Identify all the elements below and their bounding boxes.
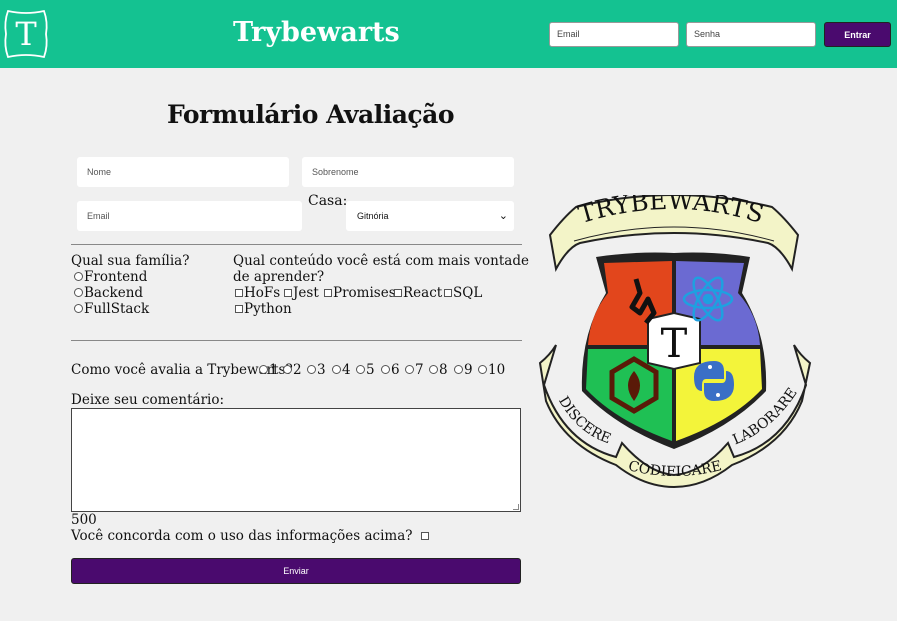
rating-option-1[interactable]: 1 [259, 362, 278, 378]
rating-option-3[interactable]: 3 [307, 362, 326, 378]
house-selected-value: Gitnória [357, 211, 389, 221]
content-option-label: Promises [333, 285, 396, 301]
trybewarts-crest-icon: TRYBEWARTS T DISCERE CODIFICARE LABORARE [538, 195, 812, 489]
content-option-react[interactable]: React [394, 285, 442, 301]
rating-label: 8 [439, 362, 448, 378]
checkbox[interactable] [235, 305, 243, 313]
chevron-down-icon: ⌄ [498, 210, 508, 222]
content-option-label: Python [244, 301, 292, 317]
content-option-sql[interactable]: SQL [444, 285, 482, 301]
first-name-input[interactable]: Nome [77, 157, 289, 187]
rating-label: 5 [366, 362, 375, 378]
house-select[interactable]: Gitnória ⌄ [346, 201, 514, 231]
checkbox[interactable] [284, 289, 292, 297]
login-email-input[interactable]: Email [549, 22, 679, 47]
rating-option-8[interactable]: 8 [429, 362, 448, 378]
crest-center-letter: T [661, 321, 688, 367]
divider [71, 244, 522, 245]
crest-motto-bottom: CODIFICARE [627, 458, 724, 480]
agreement-checkbox[interactable] [420, 532, 429, 540]
rating-label: 4 [342, 362, 351, 378]
agreement-row: Você concorda com o uso das informações … [71, 528, 430, 544]
char-counter: 500 [71, 512, 97, 528]
checkbox[interactable] [394, 289, 402, 297]
login-button[interactable]: Entrar [824, 22, 891, 47]
radio-button[interactable] [405, 365, 414, 374]
radio-button[interactable] [356, 365, 365, 374]
agreement-label: Você concorda com o uso das informações … [71, 528, 413, 544]
radio-button[interactable] [74, 304, 83, 313]
checkbox[interactable] [324, 289, 332, 297]
radio-button[interactable] [259, 365, 268, 374]
site-title: Trybewarts [233, 17, 400, 48]
divider [71, 340, 522, 341]
email-placeholder: Email [87, 211, 110, 221]
login-password-placeholder: Senha [694, 29, 721, 39]
content-option-label: SQL [453, 285, 483, 301]
family-option-fullstack[interactable]: FullStack [74, 301, 149, 317]
first-name-placeholder: Nome [87, 167, 112, 177]
rating-label: 3 [317, 362, 326, 378]
comment-label: Deixe seu comentário: [71, 392, 225, 408]
rating-option-2[interactable]: 2 [283, 362, 302, 378]
rating-option-9[interactable]: 9 [454, 362, 473, 378]
content-option-python[interactable]: Python [235, 301, 292, 317]
content-option-label: React [403, 285, 443, 301]
radio-button[interactable] [381, 365, 390, 374]
content-option-promises[interactable]: Promises [324, 285, 396, 301]
rating-label: 9 [464, 362, 473, 378]
content-option-jest[interactable]: Jest [284, 285, 319, 301]
top-bar: T Trybewarts Email Senha Entrar [0, 0, 897, 68]
rating-label: 10 [488, 362, 506, 378]
radio-button[interactable] [307, 365, 316, 374]
rating-label: 2 [293, 362, 302, 378]
radio-button[interactable] [478, 365, 487, 374]
radio-button[interactable] [429, 365, 438, 374]
family-option-frontend[interactable]: Frontend [74, 269, 147, 285]
rating-option-4[interactable]: 4 [332, 362, 351, 378]
submit-button[interactable]: Enviar [71, 558, 521, 584]
login-email-placeholder: Email [557, 29, 580, 39]
family-option-label: FullStack [84, 301, 150, 317]
radio-button[interactable] [332, 365, 341, 374]
content-option-hofs[interactable]: HoFs [235, 285, 280, 301]
family-question: Qual sua família? [71, 253, 190, 269]
rating-label: 1 [269, 362, 278, 378]
login-password-input[interactable]: Senha [686, 22, 816, 47]
email-input[interactable]: Email [77, 201, 302, 231]
rating-label: 7 [415, 362, 424, 378]
trybewarts-logo-icon[interactable]: T [2, 8, 50, 60]
resize-handle[interactable] [513, 504, 519, 510]
content-option-label: HoFs [244, 285, 281, 301]
radio-button[interactable] [74, 288, 83, 297]
family-option-label: Frontend [84, 269, 148, 285]
content-question-line1: Qual conteúdo você está com mais vontade [233, 253, 529, 269]
family-option-label: Backend [84, 285, 144, 301]
rating-label: 6 [391, 362, 400, 378]
last-name-input[interactable]: Sobrenome [302, 157, 514, 187]
logo-letter: T [15, 15, 37, 53]
content-question-line2: de aprender? [233, 269, 325, 285]
rating-option-10[interactable]: 10 [478, 362, 505, 378]
family-option-backend[interactable]: Backend [74, 285, 143, 301]
radio-button[interactable] [283, 365, 292, 374]
radio-button[interactable] [74, 272, 83, 281]
checkbox[interactable] [444, 289, 452, 297]
comment-textarea[interactable] [71, 408, 521, 512]
form-title: Formulário Avaliação [167, 100, 455, 129]
rating-option-7[interactable]: 7 [405, 362, 424, 378]
rating-option-5[interactable]: 5 [356, 362, 375, 378]
checkbox[interactable] [235, 289, 243, 297]
house-label: Casa: [308, 193, 348, 209]
radio-button[interactable] [454, 365, 463, 374]
last-name-placeholder: Sobrenome [312, 167, 359, 177]
rating-option-6[interactable]: 6 [381, 362, 400, 378]
content-option-label: Jest [293, 285, 319, 301]
